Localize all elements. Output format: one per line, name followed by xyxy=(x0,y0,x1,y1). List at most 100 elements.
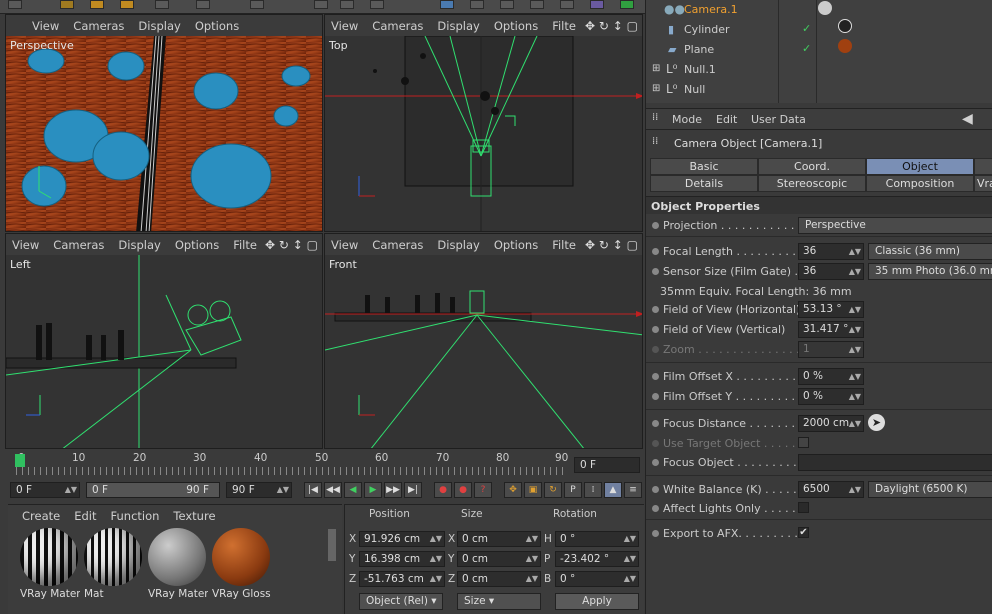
keyframe-dot[interactable] xyxy=(652,373,659,380)
tab-stereoscopic[interactable]: Stereoscopic xyxy=(758,175,866,192)
viewport-nav-icons[interactable]: ✥ ↻ ↕ ▢ xyxy=(585,19,638,33)
rotate-key-icon[interactable]: ↻ xyxy=(544,482,562,498)
material-swatch[interactable]: VRay Mater xyxy=(20,528,80,602)
menu-view[interactable]: View xyxy=(12,238,39,252)
pla-key-icon[interactable]: ⁞ xyxy=(584,482,602,498)
projection-dropdown[interactable]: Perspective xyxy=(798,217,992,234)
keyframe-dot[interactable] xyxy=(652,248,659,255)
play-icon[interactable] xyxy=(196,0,210,9)
size-z-field[interactable]: 0 cm ▲▼ xyxy=(457,571,541,587)
scrollbar[interactable] xyxy=(328,529,336,561)
viewport-top[interactable]: View Cameras Display Options Filte ✥ ↻ ↕… xyxy=(324,14,643,232)
menu-view[interactable]: View xyxy=(331,238,358,252)
anim-icon[interactable] xyxy=(314,0,328,9)
menu-options[interactable]: Options xyxy=(195,19,239,33)
tab-vray[interactable]: Vra xyxy=(974,175,992,192)
menu-user-data[interactable]: User Data xyxy=(751,113,806,126)
menu-cameras[interactable]: Cameras xyxy=(73,19,124,33)
position-x-field[interactable]: 91.926 cm ▲▼ xyxy=(359,531,445,547)
light-icon[interactable] xyxy=(620,0,634,9)
menu-display[interactable]: Display xyxy=(118,238,160,252)
focal-length-field[interactable]: 36 ▲▼ xyxy=(798,243,864,260)
tab-extra[interactable] xyxy=(974,158,992,175)
viewport-left[interactable]: View Cameras Display Options Filte ✥ ↻ ↕… xyxy=(5,233,323,449)
menu-display[interactable]: Display xyxy=(437,238,479,252)
affect-lights-checkbox[interactable] xyxy=(798,502,809,513)
prev-key-button[interactable]: ◀◀ xyxy=(324,482,342,498)
white-balance-field[interactable]: 6500 ▲▼ xyxy=(798,481,864,498)
keyframe-dot[interactable] xyxy=(652,306,659,313)
white-balance-preset-dropdown[interactable]: Daylight (6500 K) xyxy=(868,481,992,498)
material-tag-icon[interactable] xyxy=(838,39,852,53)
menu-cameras[interactable]: Cameras xyxy=(53,238,104,252)
menu-view[interactable]: View xyxy=(331,19,358,33)
film-offset-y-field[interactable]: 0 % ▲▼ xyxy=(798,388,864,405)
param-key-icon[interactable]: P xyxy=(564,482,582,498)
back-arrow-icon[interactable]: ◀ xyxy=(962,111,973,127)
menu-cameras[interactable]: Cameras xyxy=(372,19,423,33)
material-tag-icon[interactable] xyxy=(838,19,852,33)
timeline[interactable]: 0 10 20 30 40 50 60 70 80 90 0 F xyxy=(8,452,644,480)
viewport-nav-icons[interactable]: ✥ ↻ ↕ ▢ xyxy=(265,238,318,252)
menu-texture[interactable]: Texture xyxy=(173,509,215,523)
camera-tag-icon[interactable] xyxy=(818,1,832,15)
end-frame-field[interactable]: 90 F ▲▼ xyxy=(226,482,292,498)
export-afx-checkbox[interactable]: ✔ xyxy=(798,527,809,538)
keyframe-dot[interactable] xyxy=(652,486,659,493)
object-row[interactable]: ▮ Cylinder xyxy=(646,20,992,40)
tab-basic[interactable]: Basic xyxy=(650,158,758,175)
sensor-size-field[interactable]: 36 ▲▼ xyxy=(798,263,864,280)
keyframe-dot[interactable] xyxy=(652,530,659,537)
menu-view[interactable]: View xyxy=(32,19,59,33)
rotation-h-field[interactable]: 0 ° ▲▼ xyxy=(555,531,639,547)
menu-create[interactable]: Create xyxy=(22,509,60,523)
keyframe-dot[interactable] xyxy=(652,505,659,512)
keyframe-dot[interactable] xyxy=(652,222,659,229)
menu-display[interactable]: Display xyxy=(138,19,180,33)
tab-details[interactable]: Details xyxy=(650,175,758,192)
viewport-front[interactable]: View Cameras Display Options Filte ✥ ↻ ↕… xyxy=(324,233,643,449)
rotation-b-field[interactable]: 0 ° ▲▼ xyxy=(555,571,639,587)
snap-icon[interactable] xyxy=(250,0,264,9)
menu-options[interactable]: Options xyxy=(175,238,219,252)
scene-icon[interactable] xyxy=(560,0,574,9)
focal-preset-dropdown[interactable]: Classic (36 mm) xyxy=(868,243,992,260)
size-y-field[interactable]: 0 cm ▲▼ xyxy=(457,551,541,567)
camera-tool-icon[interactable] xyxy=(590,0,604,9)
next-key-button[interactable]: ▶▶ xyxy=(384,482,402,498)
playhead[interactable] xyxy=(15,454,25,467)
material-swatch[interactable]: VRay Mater xyxy=(148,528,208,602)
size-mode-dropdown[interactable]: Size ▾ xyxy=(457,593,541,610)
frame-range-slider[interactable]: 0 F 90 F xyxy=(86,482,220,498)
toolbar-icon[interactable] xyxy=(8,0,22,9)
render-icon[interactable] xyxy=(155,0,169,9)
interp-icon[interactable]: ▲ xyxy=(604,482,622,498)
film-offset-x-field[interactable]: 0 % ▲▼ xyxy=(798,368,864,385)
expand-icon[interactable]: ⊞ xyxy=(652,83,660,94)
object-row[interactable]: ⊞ L⁰ Null.1 xyxy=(646,60,992,80)
spline-icon[interactable] xyxy=(470,0,484,9)
menu-filter[interactable]: Filte xyxy=(233,238,257,252)
goto-start-button[interactable]: |◀ xyxy=(304,482,322,498)
record-button[interactable]: ● xyxy=(434,482,452,498)
help-key-button[interactable]: ? xyxy=(474,482,492,498)
menu-options[interactable]: Options xyxy=(494,238,538,252)
check-icon[interactable]: ✓ xyxy=(802,22,811,35)
viewport-perspective[interactable]: View Cameras Display Options Perspective xyxy=(5,14,323,232)
start-frame-field[interactable]: 0 F ▲▼ xyxy=(10,482,80,498)
pick-cursor-icon[interactable]: ➤ xyxy=(868,414,885,431)
position-y-field[interactable]: 16.398 cm ▲▼ xyxy=(359,551,445,567)
play-forward-button[interactable]: ▶ xyxy=(364,482,382,498)
viewport-nav-icons[interactable]: ✥ ↻ ↕ ▢ xyxy=(585,238,638,252)
sensor-preset-dropdown[interactable]: 35 mm Photo (36.0 mm) xyxy=(868,263,992,280)
keyframe-dot[interactable] xyxy=(652,268,659,275)
apply-button[interactable]: Apply xyxy=(555,593,639,610)
scale-key-icon[interactable]: ▣ xyxy=(524,482,542,498)
check-icon[interactable]: ✓ xyxy=(802,42,811,55)
rotation-p-field[interactable]: -23.402 ° ▲▼ xyxy=(555,551,639,567)
keyframe-dot[interactable] xyxy=(652,326,659,333)
move-key-icon[interactable]: ✥ xyxy=(504,482,522,498)
expand-icon[interactable]: ⊞ xyxy=(652,63,660,74)
fov-v-field[interactable]: 31.417 ° ▲▼ xyxy=(798,321,864,338)
material-swatch[interactable]: VRay Gloss xyxy=(212,528,272,602)
